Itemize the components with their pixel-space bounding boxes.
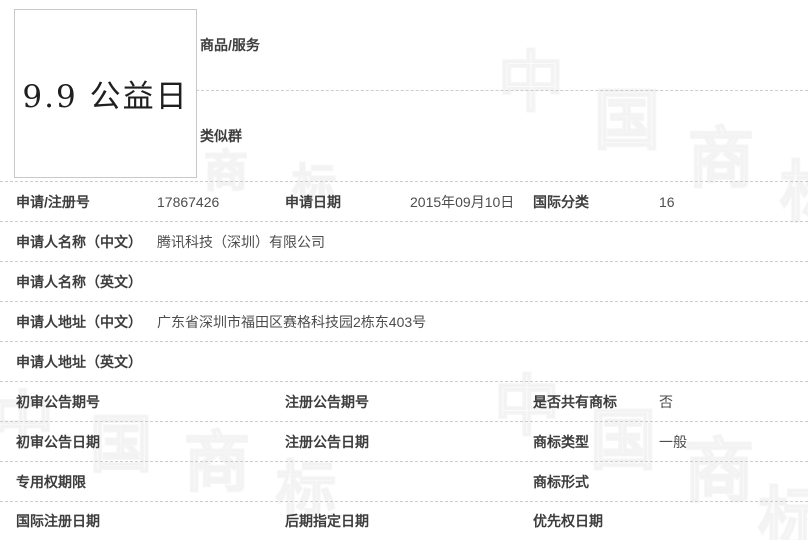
priority-date-label: 优先权日期 bbox=[533, 512, 603, 529]
field-row-applicant-name-en: 申请人名称（英文） bbox=[0, 262, 808, 302]
trademark-image-text: 9.9 公益日 bbox=[22, 79, 189, 115]
applicant-name-cn-label: 申请人名称（中文） bbox=[16, 233, 142, 250]
intl-reg-date-label: 国际注册日期 bbox=[16, 512, 100, 529]
applicant-addr-en-label: 申请人地址（英文） bbox=[16, 353, 142, 370]
first-trial-no-label: 初审公告期号 bbox=[16, 393, 100, 410]
trademark-header: 9.9 公益日 商品/服务 类似群 bbox=[0, 0, 808, 182]
field-row-applicant-addr-cn: 申请人地址（中文） 广东省深圳市福田区赛格科技园2栋东403号 bbox=[0, 302, 808, 342]
intl-class-label: 国际分类 bbox=[533, 193, 589, 210]
tm-type-label: 商标类型 bbox=[533, 433, 589, 450]
field-row-registration: 申请/注册号 17867426 申请日期 2015年09月10日 国际分类 16 bbox=[0, 182, 808, 222]
trademark-image-box: 9.9 公益日 bbox=[14, 9, 197, 178]
goods-services-row: 商品/服务 bbox=[196, 0, 808, 91]
trademark-detail-page: 标中国商标商标中国商标中国商标 9.9 公益日 商品/服务 类似群 申请/注册号… bbox=[0, 0, 808, 540]
is-shared-mark-label: 是否共有商标 bbox=[533, 393, 617, 410]
applicant-addr-cn-label: 申请人地址（中文） bbox=[16, 313, 142, 330]
reg-announce-date-label: 注册公告日期 bbox=[285, 433, 369, 450]
is-shared-mark-value: 否 bbox=[659, 393, 673, 410]
similar-group-label: 类似群 bbox=[200, 128, 242, 144]
goods-services-label: 商品/服务 bbox=[200, 37, 260, 53]
applicant-addr-cn-value: 广东省深圳市福田区赛格科技园2栋东403号 bbox=[157, 313, 427, 330]
reg-announce-no-label: 注册公告期号 bbox=[285, 393, 369, 410]
field-row-announcement-date: 初审公告日期 注册公告日期 商标类型 一般 bbox=[0, 422, 808, 462]
field-row-announcement-no: 初审公告期号 注册公告期号 是否共有商标 否 bbox=[0, 382, 808, 422]
apply-date-value: 2015年09月10日 bbox=[410, 193, 515, 210]
applicant-name-cn-value: 腾讯科技（深圳）有限公司 bbox=[157, 233, 325, 250]
first-trial-date-label: 初审公告日期 bbox=[16, 433, 100, 450]
reg-no-label: 申请/注册号 bbox=[16, 193, 90, 210]
field-row-exclusive-period: 专用权期限 商标形式 bbox=[0, 462, 808, 502]
field-row-applicant-addr-en: 申请人地址（英文） bbox=[0, 342, 808, 382]
header-right: 商品/服务 类似群 bbox=[196, 0, 808, 181]
field-row-intl-dates: 国际注册日期 后期指定日期 优先权日期 bbox=[0, 502, 808, 539]
exclusive-period-label: 专用权期限 bbox=[16, 473, 86, 490]
apply-date-label: 申请日期 bbox=[285, 193, 341, 210]
tm-form-label: 商标形式 bbox=[533, 473, 589, 490]
later-designation-date-label: 后期指定日期 bbox=[285, 512, 369, 529]
reg-no-value: 17867426 bbox=[157, 193, 220, 210]
intl-class-value: 16 bbox=[659, 193, 675, 210]
similar-group-row: 类似群 bbox=[196, 91, 808, 181]
field-row-applicant-name-cn: 申请人名称（中文） 腾讯科技（深圳）有限公司 bbox=[0, 222, 808, 262]
applicant-name-en-label: 申请人名称（英文） bbox=[16, 273, 142, 290]
tm-type-value: 一般 bbox=[659, 433, 687, 450]
